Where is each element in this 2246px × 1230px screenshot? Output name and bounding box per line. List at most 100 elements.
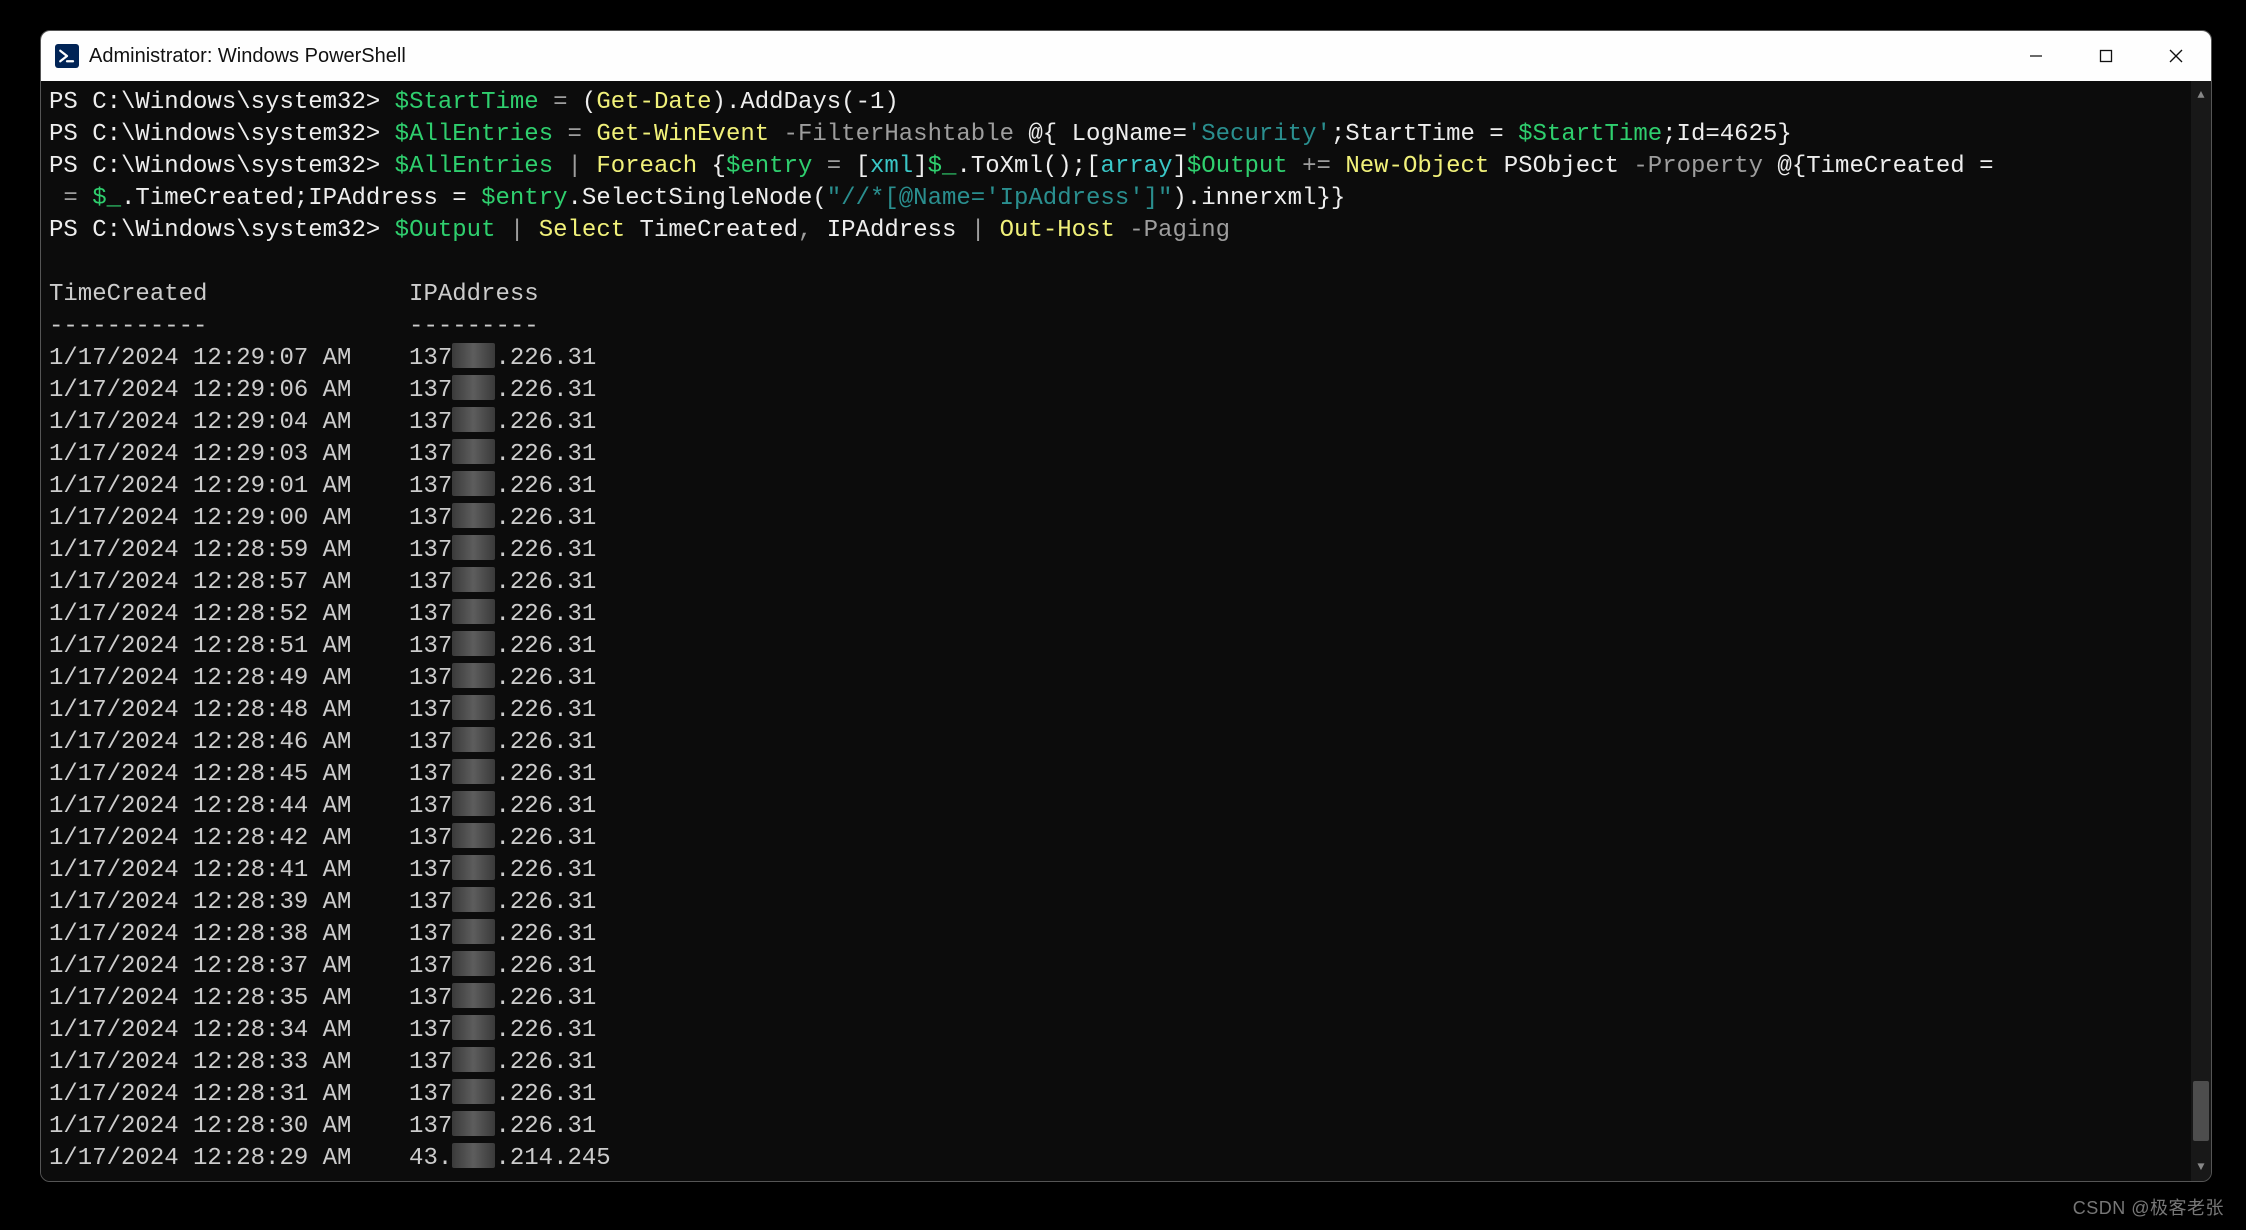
powershell-window: Administrator: Windows PowerShell PS C:\…	[40, 30, 2212, 1182]
table-row: 1/17/2024 12:29:03 AM137.226.31	[49, 439, 2191, 471]
table-row: 1/17/2024 12:28:39 AM137.226.31	[49, 887, 2191, 919]
cell-ip: 137.226.31	[409, 793, 596, 820]
titlebar[interactable]: Administrator: Windows PowerShell	[41, 31, 2211, 82]
cell-time: 1/17/2024 12:29:07 AM	[49, 343, 409, 375]
redacted-octet	[452, 1111, 495, 1136]
table-row: 1/17/2024 12:28:52 AM137.226.31	[49, 599, 2191, 631]
cell-time: 1/17/2024 12:28:37 AM	[49, 951, 409, 983]
redacted-octet	[452, 1015, 495, 1040]
scroll-up-icon[interactable]: ▲	[2191, 81, 2211, 109]
redacted-octet	[452, 407, 495, 432]
cell-ip: 137.226.31	[409, 729, 596, 756]
table-row: 1/17/2024 12:28:35 AM137.226.31	[49, 983, 2191, 1015]
table-row: 1/17/2024 12:28:44 AM137.226.31	[49, 791, 2191, 823]
ps-prompt: PS C:\Windows\system32>	[49, 153, 380, 180]
cell-time: 1/17/2024 12:28:51 AM	[49, 631, 409, 663]
close-button[interactable]	[2141, 31, 2211, 81]
output-header: TimeCreatedIPAddress	[49, 279, 2191, 311]
watermark-text: CSDN @极客老张	[2073, 1194, 2224, 1220]
redacted-octet	[452, 1079, 495, 1104]
cell-ip: 137.226.31	[409, 921, 596, 948]
cell-time: 1/17/2024 12:28:57 AM	[49, 567, 409, 599]
redacted-octet	[452, 951, 495, 976]
table-row: 1/17/2024 12:28:42 AM137.226.31	[49, 823, 2191, 855]
ps-prompt: PS C:\Windows\system32>	[49, 89, 380, 116]
cell-ip: 137.226.31	[409, 761, 596, 788]
table-row: 1/17/2024 12:29:06 AM137.226.31	[49, 375, 2191, 407]
cell-ip: 137.226.31	[409, 441, 596, 468]
cell-ip: 137.226.31	[409, 409, 596, 436]
table-row: 1/17/2024 12:29:00 AM137.226.31	[49, 503, 2191, 535]
cell-ip: 137.226.31	[409, 1113, 596, 1140]
cell-time: 1/17/2024 12:28:49 AM	[49, 663, 409, 695]
redacted-octet	[452, 823, 495, 848]
cell-time: 1/17/2024 12:28:31 AM	[49, 1079, 409, 1111]
maximize-button[interactable]	[2071, 31, 2141, 81]
cell-ip: 137.226.31	[409, 601, 596, 628]
command-line-2: PS C:\Windows\system32> $AllEntries = Ge…	[49, 119, 2191, 151]
minimize-button[interactable]	[2001, 31, 2071, 81]
command-line-4: PS C:\Windows\system32> $Output | Select…	[49, 215, 2191, 247]
cell-ip: 137.226.31	[409, 953, 596, 980]
table-row: 1/17/2024 12:28:34 AM137.226.31	[49, 1015, 2191, 1047]
cell-time: 1/17/2024 12:28:38 AM	[49, 919, 409, 951]
column-header-ip: IPAddress	[409, 281, 539, 308]
table-row: 1/17/2024 12:28:38 AM137.226.31	[49, 919, 2191, 951]
window-title: Administrator: Windows PowerShell	[89, 45, 406, 68]
cell-time: 1/17/2024 12:28:30 AM	[49, 1111, 409, 1143]
scroll-down-icon[interactable]: ▼	[2191, 1153, 2211, 1181]
redacted-octet	[452, 983, 495, 1008]
redacted-octet	[452, 919, 495, 944]
cell-ip: 137.226.31	[409, 1049, 596, 1076]
scroll-thumb[interactable]	[2193, 1081, 2209, 1141]
cell-time: 1/17/2024 12:29:04 AM	[49, 407, 409, 439]
table-row: 1/17/2024 12:28:59 AM137.226.31	[49, 535, 2191, 567]
vertical-scrollbar[interactable]: ▲ ▼	[2191, 81, 2211, 1181]
cell-time: 1/17/2024 12:28:34 AM	[49, 1015, 409, 1047]
table-row: 1/17/2024 12:29:01 AM137.226.31	[49, 471, 2191, 503]
table-row: 1/17/2024 12:28:30 AM137.226.31	[49, 1111, 2191, 1143]
table-row: 1/17/2024 12:28:48 AM137.226.31	[49, 695, 2191, 727]
column-header-time: TimeCreated	[49, 279, 409, 311]
redacted-octet	[452, 1047, 495, 1072]
redacted-octet	[452, 343, 495, 368]
command-line-3: PS C:\Windows\system32> $AllEntries | Fo…	[49, 151, 2191, 215]
output-header-sep: --------------------	[49, 311, 2191, 343]
table-row: 1/17/2024 12:28:51 AM137.226.31	[49, 631, 2191, 663]
cell-time: 1/17/2024 12:29:00 AM	[49, 503, 409, 535]
cell-ip: 137.226.31	[409, 665, 596, 692]
cell-time: 1/17/2024 12:28:59 AM	[49, 535, 409, 567]
cell-time: 1/17/2024 12:28:52 AM	[49, 599, 409, 631]
redacted-octet	[452, 439, 495, 464]
redacted-octet	[452, 503, 495, 528]
terminal-output[interactable]: PS C:\Windows\system32> $StartTime = (Ge…	[41, 81, 2191, 1181]
table-row: 1/17/2024 12:29:07 AM137.226.31	[49, 343, 2191, 375]
title-left: Administrator: Windows PowerShell	[55, 44, 406, 68]
redacted-octet	[452, 791, 495, 816]
cell-ip: 137.226.31	[409, 377, 596, 404]
ps-prompt: PS C:\Windows\system32>	[49, 217, 380, 244]
redacted-octet	[452, 727, 495, 752]
cell-ip: 137.226.31	[409, 1017, 596, 1044]
cell-time: 1/17/2024 12:28:39 AM	[49, 887, 409, 919]
cell-ip: 137.226.31	[409, 537, 596, 564]
cell-time: 1/17/2024 12:28:44 AM	[49, 791, 409, 823]
redacted-octet	[452, 759, 495, 784]
cell-time: 1/17/2024 12:29:03 AM	[49, 439, 409, 471]
cell-time: 1/17/2024 12:28:41 AM	[49, 855, 409, 887]
table-row: 1/17/2024 12:28:46 AM137.226.31	[49, 727, 2191, 759]
table-row: 1/17/2024 12:28:33 AM137.226.31	[49, 1047, 2191, 1079]
cell-ip: 137.226.31	[409, 505, 596, 532]
cell-ip: 137.226.31	[409, 345, 596, 372]
cell-time: 1/17/2024 12:29:01 AM	[49, 471, 409, 503]
cell-ip: 137.226.31	[409, 697, 596, 724]
cell-time: 1/17/2024 12:28:33 AM	[49, 1047, 409, 1079]
redacted-octet	[452, 855, 495, 880]
table-row: 1/17/2024 12:28:41 AM137.226.31	[49, 855, 2191, 887]
cell-time: 1/17/2024 12:28:29 AM	[49, 1143, 409, 1175]
cell-ip: 137.226.31	[409, 857, 596, 884]
table-row: 1/17/2024 12:28:57 AM137.226.31	[49, 567, 2191, 599]
cell-ip: 43..214.245	[409, 1145, 611, 1172]
cell-ip: 137.226.31	[409, 633, 596, 660]
cell-ip: 137.226.31	[409, 889, 596, 916]
